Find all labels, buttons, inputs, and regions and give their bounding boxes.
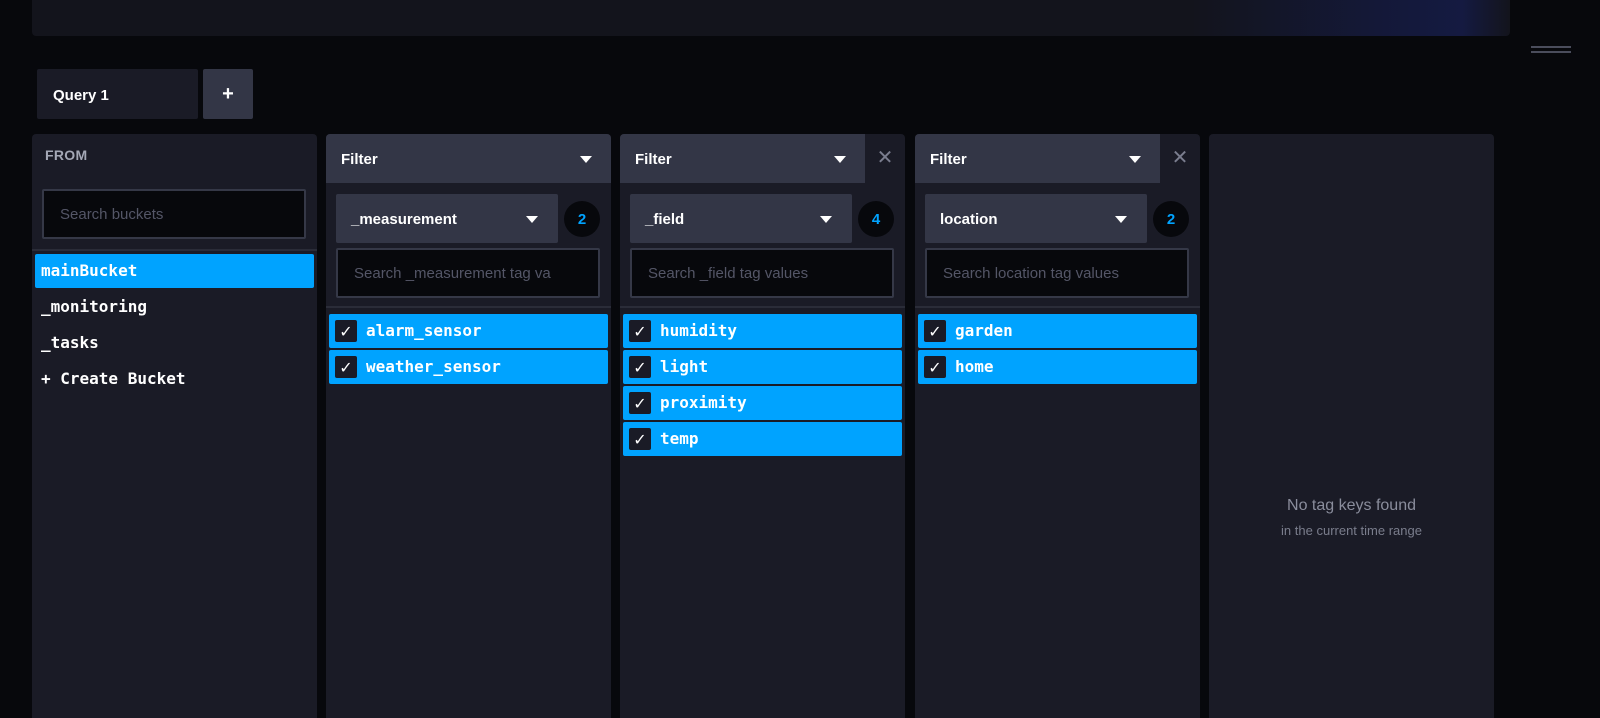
from-title: FROM: [45, 147, 88, 163]
caret-down-icon: [526, 216, 538, 223]
checkmark-icon[interactable]: ✓: [924, 356, 946, 378]
add-query-button[interactable]: +: [203, 69, 253, 119]
checkmark-icon[interactable]: ✓: [629, 320, 651, 342]
filter-function-dropdown[interactable]: Filter: [620, 134, 865, 183]
tag-value-label: home: [955, 357, 994, 376]
query-tab-active[interactable]: Query 1: [37, 69, 198, 119]
toolbar-glow: [1190, 0, 1510, 36]
filter-panel-measurement: Filter _measurement 2 Search _measuremen…: [326, 134, 611, 718]
empty-tag-keys-panel: No tag keys found in the current time ra…: [1209, 134, 1494, 718]
tag-value-label: temp: [660, 429, 699, 448]
close-icon[interactable]: ✕: [875, 148, 895, 168]
filter-header-label: Filter: [341, 151, 378, 168]
divider: [32, 249, 317, 251]
bucket-item-monitoring[interactable]: _monitoring: [35, 290, 314, 324]
filter-panel-location: Filter ✕ location 2 Search location tag …: [915, 134, 1200, 718]
empty-state-title: No tag keys found: [1287, 497, 1416, 514]
divider: [620, 306, 905, 308]
tag-value-label: garden: [955, 321, 1013, 340]
selected-count-badge: 2: [564, 201, 600, 237]
caret-down-icon: [1115, 216, 1127, 223]
tag-value-item[interactable]: ✓ weather_sensor: [329, 350, 608, 384]
tag-value-item[interactable]: ✓ home: [918, 350, 1197, 384]
tag-value-label: weather_sensor: [366, 357, 501, 376]
tag-value-item[interactable]: ✓ alarm_sensor: [329, 314, 608, 348]
tag-value-item[interactable]: ✓ garden: [918, 314, 1197, 348]
search-buckets-input[interactable]: Search buckets: [42, 189, 306, 239]
bucket-item-mainbucket[interactable]: mainBucket: [35, 254, 314, 288]
checkmark-icon[interactable]: ✓: [335, 320, 357, 342]
tag-value-label: humidity: [660, 321, 738, 340]
filter-function-dropdown[interactable]: Filter: [915, 134, 1160, 183]
close-icon[interactable]: ✕: [1170, 148, 1190, 168]
tag-value-item[interactable]: ✓ humidity: [623, 314, 902, 348]
tag-value-label: alarm_sensor: [366, 321, 482, 340]
checkmark-icon[interactable]: ✓: [335, 356, 357, 378]
empty-state-subtitle: in the current time range: [1281, 523, 1422, 538]
caret-down-icon: [580, 156, 592, 163]
filter-function-dropdown[interactable]: Filter: [326, 134, 611, 183]
tag-value-label: light: [660, 357, 709, 376]
tag-value-item[interactable]: ✓ temp: [623, 422, 902, 456]
drag-handle-icon[interactable]: [1531, 46, 1571, 54]
query-builder: Query 1 + FROM Search buckets mainBucket…: [0, 0, 1600, 718]
search-tag-values-input[interactable]: Search _measurement tag va: [336, 248, 600, 298]
selected-count-badge: 4: [858, 201, 894, 237]
caret-down-icon: [834, 156, 846, 163]
filter-header-label: Filter: [635, 151, 672, 168]
create-bucket-button[interactable]: + Create Bucket: [35, 362, 314, 396]
selected-count-badge: 2: [1153, 201, 1189, 237]
tag-value-item[interactable]: ✓ light: [623, 350, 902, 384]
tag-value-label: proximity: [660, 393, 747, 412]
search-tag-values-input[interactable]: Search _field tag values: [630, 248, 894, 298]
caret-down-icon: [1129, 156, 1141, 163]
checkmark-icon[interactable]: ✓: [629, 356, 651, 378]
tag-key-label: location: [940, 211, 998, 228]
tag-key-dropdown[interactable]: location: [925, 194, 1147, 243]
search-tag-values-input[interactable]: Search location tag values: [925, 248, 1189, 298]
tag-key-dropdown[interactable]: _measurement: [336, 194, 558, 243]
checkmark-icon[interactable]: ✓: [924, 320, 946, 342]
divider: [915, 306, 1200, 308]
bucket-item-tasks[interactable]: _tasks: [35, 326, 314, 360]
checkmark-icon[interactable]: ✓: [629, 392, 651, 414]
filter-header-label: Filter: [930, 151, 967, 168]
tag-value-item[interactable]: ✓ proximity: [623, 386, 902, 420]
checkmark-icon[interactable]: ✓: [629, 428, 651, 450]
tag-key-label: _field: [645, 211, 685, 228]
tag-key-dropdown[interactable]: _field: [630, 194, 852, 243]
tag-key-label: _measurement: [351, 211, 457, 228]
filter-panel-field: Filter ✕ _field 4 Search _field tag valu…: [620, 134, 905, 718]
top-toolbar-strip: [32, 0, 1510, 36]
caret-down-icon: [820, 216, 832, 223]
divider: [326, 306, 611, 308]
from-panel: FROM Search buckets mainBucket _monitori…: [32, 134, 317, 718]
